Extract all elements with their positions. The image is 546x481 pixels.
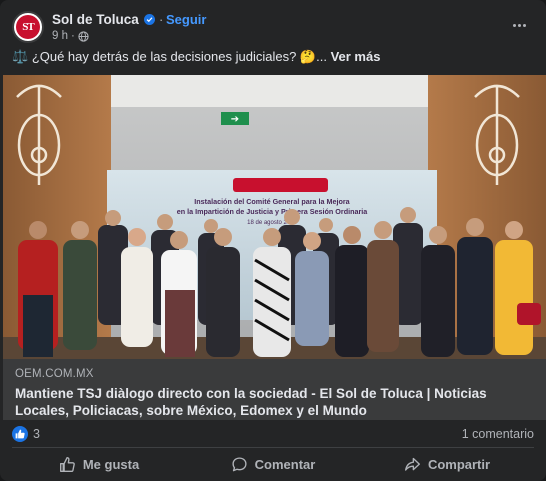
comment-button[interactable]: Comentar [186,450,360,478]
post-header: ST Sol de Toluca · Seguir 9 h · [12,10,534,44]
see-more-link[interactable]: Ver más [331,49,381,64]
link-title[interactable]: Mantiene TSJ diàlogo directo con la soci… [15,385,534,419]
link-preview[interactable]: OEM.COM.MX Mantiene TSJ diàlogo directo … [3,359,546,420]
like-button[interactable]: Me gusta [12,450,186,478]
verified-badge-icon [144,14,155,25]
like-label: Me gusta [82,456,140,472]
caption-text: ¿Qué hay detrás de las decisiones judici… [31,49,327,64]
link-domain: OEM.COM.MX [15,368,94,380]
more-options-icon[interactable] [508,14,530,36]
thumbs-up-icon [59,456,75,472]
reactions-bar: 3 1 comentario [12,424,534,444]
post-caption: ⚖️ ¿Qué hay detrás de las decisiones jud… [12,49,534,65]
post-photo[interactable]: ➔ Instalación del Comité General para la… [3,75,546,359]
follow-button[interactable]: Seguir [166,12,206,27]
share-label: Compartir [427,456,491,472]
balance-scale-icon: ⚖️ [12,49,29,64]
page-avatar[interactable]: ST [12,11,44,43]
page-name[interactable]: Sol de Toluca [52,12,139,27]
post-meta: 9 h · [52,30,89,42]
header-separator: · [159,12,164,27]
share-button[interactable]: Compartir [360,450,534,478]
divider [12,447,534,448]
banner-line-1: Instalación del Comité General para la M… [194,197,350,206]
share-arrow-icon [404,457,420,471]
meta-separator: · [71,30,75,42]
comment-label: Comentar [254,456,316,472]
comment-count[interactable]: 1 comentario [462,427,534,441]
banner-line-2: en la Impartición de Justicia y Primera … [177,207,369,216]
reaction-count[interactable]: 3 [33,427,40,441]
post-time[interactable]: 9 h [52,30,68,42]
facebook-post-card: ST Sol de Toluca · Seguir 9 h · ⚖️ ¿Qué … [0,0,546,481]
comment-bubble-icon [232,456,247,471]
avatar-logo: ST [16,15,40,39]
globe-icon [78,30,89,42]
exit-sign-arrow: ➔ [231,114,239,125]
like-reaction-icon[interactable] [12,426,28,442]
post-actions: Me gusta Comentar Compartir [12,450,534,478]
